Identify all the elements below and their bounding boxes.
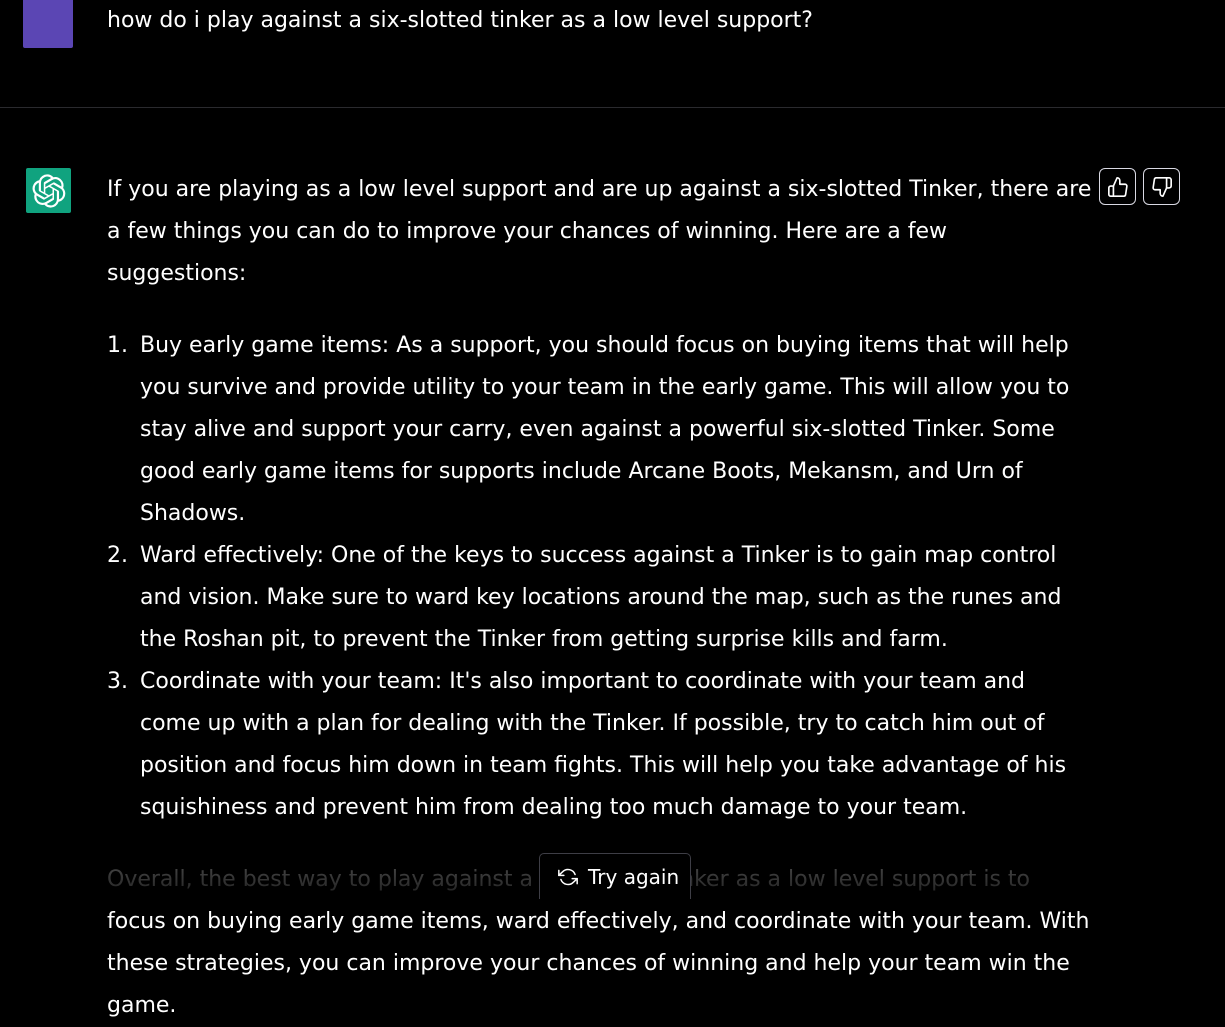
- try-again-button[interactable]: Try again: [539, 853, 691, 899]
- list-item-text: Buy early game items: As a support, you …: [140, 333, 1070, 526]
- user-avatar: [23, 0, 73, 48]
- thumbs-up-icon: [1107, 176, 1128, 197]
- list-item-number: 2.: [107, 543, 128, 568]
- thumbs-down-icon: [1151, 176, 1172, 197]
- user-message-text: how do i play against a six-slotted tink…: [107, 8, 813, 33]
- openai-logo-icon: [26, 168, 71, 213]
- list-item: 1. Buy early game items: As a support, y…: [107, 325, 1092, 535]
- thumbs-up-button[interactable]: [1099, 168, 1136, 205]
- assistant-message-row: If you are playing as a low level suppor…: [0, 108, 1225, 1018]
- list-item-number: 1.: [107, 333, 128, 358]
- try-again-label: Try again: [588, 864, 680, 889]
- list-item-text: Coordinate with your team: It's also imp…: [140, 669, 1067, 820]
- refresh-icon: [558, 868, 578, 885]
- list-item-number: 3.: [107, 669, 128, 694]
- answer-intro: If you are playing as a low level suppor…: [107, 177, 1092, 286]
- suggestion-list: 1. Buy early game items: As a support, y…: [107, 325, 1092, 829]
- list-item: 3. Coordinate with your team: It's also …: [107, 661, 1092, 829]
- list-item: 2. Ward effectively: One of the keys to …: [107, 535, 1092, 661]
- list-item-text: Ward effectively: One of the keys to suc…: [140, 543, 1062, 652]
- thumbs-down-button[interactable]: [1143, 168, 1180, 205]
- user-message-row: how do i play against a six-slotted tink…: [0, 0, 1225, 108]
